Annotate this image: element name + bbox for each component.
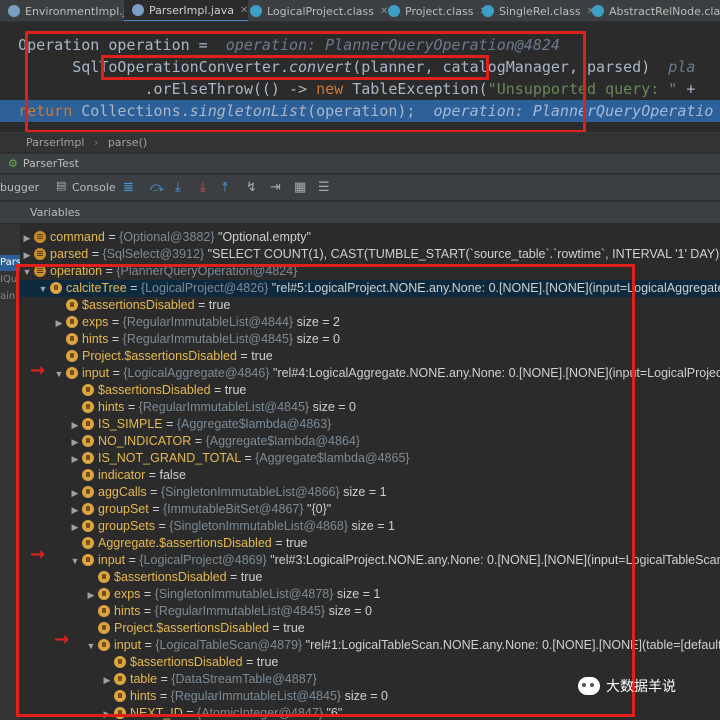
file-type-icon — [250, 5, 262, 17]
file-type-icon — [592, 5, 604, 17]
tab-1[interactable]: ParserImpl.java ✕ — [124, 0, 249, 21]
force-step-into-icon[interactable]: ⤓ — [200, 180, 206, 195]
file-type-icon — [388, 5, 400, 17]
file-type-icon — [8, 5, 20, 17]
red-arrow-icon: → — [54, 629, 70, 650]
field-name: parsed — [50, 247, 89, 261]
tab-label: SingleRel.class — [499, 4, 581, 18]
tab-label: LogicalProject.class — [267, 4, 374, 18]
field-icon — [34, 230, 46, 243]
variables-title: Variables — [30, 206, 81, 219]
wechat-icon — [578, 677, 600, 695]
tab-3[interactable]: Project.class✕ — [380, 0, 488, 21]
variables-header: Variables — [0, 201, 720, 223]
tab-label: AbstractRelNode.class — [609, 4, 720, 18]
red-arrow-icon: → — [30, 360, 46, 381]
watermark: 大数据羊说 — [578, 676, 676, 696]
file-type-icon — [132, 4, 144, 16]
frame-item-3[interactable]: ain — [0, 291, 15, 302]
expand-toggle-icon[interactable]: ▶ — [20, 247, 34, 264]
layout-icon[interactable]: ≣ — [123, 180, 134, 195]
drop-frame-icon[interactable]: ↯ — [246, 180, 257, 195]
step-over-icon[interactable]: ⤼ — [150, 180, 164, 195]
watermark-text: 大数据羊说 — [606, 679, 676, 695]
file-type-icon — [482, 5, 494, 17]
run-config-bar: ⚙ ParserTest — [0, 153, 720, 173]
inline-hint: pla — [650, 58, 696, 76]
field-value: "Optional.empty" — [214, 230, 311, 244]
field-ref: {SqlSelect@3912} — [102, 247, 205, 261]
tab-4[interactable]: SingleRel.class ✕ — [474, 0, 595, 21]
highlight-box-outer — [25, 31, 586, 133]
tab-console[interactable]: Console — [72, 181, 116, 194]
field-value: "SELECT COUNT(1), CAST(TUMBLE_START(`sou… — [204, 247, 720, 261]
run-config-label[interactable]: ParserTest — [23, 157, 79, 170]
debug-icon: ⚙ — [8, 157, 18, 170]
step-into-icon[interactable]: ⤓ — [175, 180, 181, 195]
code-text: + — [677, 80, 696, 98]
console-icon: ▤ — [56, 179, 67, 192]
highlight-box-convert — [101, 55, 489, 80]
tab-5[interactable]: AbstractRelNode.class✕ — [584, 0, 720, 21]
tab-label: ParserImpl.java — [149, 3, 234, 17]
field-icon — [34, 247, 46, 260]
evaluate-icon[interactable]: ▦ — [294, 180, 306, 195]
breadcrumb-method[interactable]: parse() — [108, 136, 147, 149]
code-editor[interactable]: Operation operation = operation: Planner… — [0, 23, 720, 133]
tab-2[interactable]: LogicalProject.class ✕ — [242, 0, 388, 21]
tab-label: Project.class — [405, 4, 474, 18]
highlight-box-tree — [16, 264, 635, 717]
editor-tab-bar: EnvironmentImpl.java✕ParserImpl.java✕Log… — [0, 0, 720, 22]
expand-toggle-icon[interactable]: ▶ — [20, 230, 34, 247]
frame-item-2[interactable]: IQu — [0, 274, 17, 285]
tab-debugger[interactable]: bugger — [0, 181, 39, 194]
field-name: command — [50, 230, 105, 244]
red-arrow-icon: → — [30, 544, 46, 565]
breadcrumb-class[interactable]: ParserImpl — [26, 136, 84, 149]
tree-row[interactable]: ▶ parsed = {SqlSelect@3912} "SELECT COUNT… — [20, 246, 720, 263]
trace-icon[interactable]: ☰ — [318, 180, 330, 195]
tree-row[interactable]: ▶ command = {Optional@3882} "Optional.emp… — [20, 229, 720, 246]
field-ref: {Optional@3882} — [119, 230, 215, 244]
debug-toolbar: bugger ▤ Console ≣ ⤼ ⤓ ⤓ ⤒ ↯ ⇥ ▦ ☰ — [0, 174, 720, 200]
step-out-icon[interactable]: ⤒ — [222, 180, 228, 195]
run-to-cursor-icon[interactable]: ⇥ — [270, 180, 281, 195]
breadcrumb: ParserImpl › parse() — [0, 132, 720, 152]
